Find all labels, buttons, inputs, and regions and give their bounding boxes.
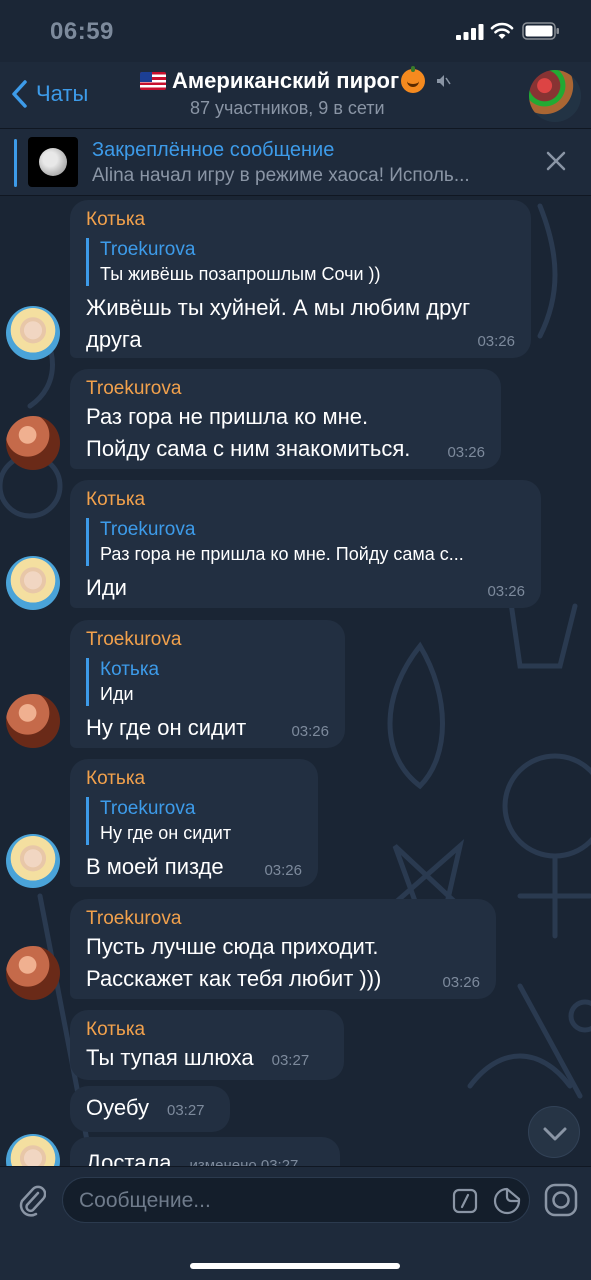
message-time: изменено 03:27 — [189, 1157, 299, 1166]
chevron-left-icon — [12, 80, 27, 108]
message-bubble[interactable]: Достала изменено 03:27 — [70, 1137, 340, 1166]
pinned-text: Alina начал игру в режиме хаоса! Исполь.… — [92, 165, 470, 186]
composer-bar — [0, 1166, 591, 1280]
message-text: Ты тупая шлюха 03:27 — [86, 1042, 328, 1077]
message-text: Иди — [86, 575, 127, 600]
chat-title-text: Американский пирог — [172, 68, 400, 93]
message-time: 03:26 — [447, 444, 485, 461]
reply-text: Ты живёшь позапрошлым Сочи )) — [100, 264, 381, 284]
message-text: Пусть лучше сюда приходит. Расскажет как… — [86, 934, 382, 991]
chat-title-area[interactable]: Американский пирог 87 участников, 9 в се… — [140, 66, 480, 119]
reply-text: Иди — [100, 684, 134, 704]
reply-quote[interactable]: Troekurova Ну где он сидит — [86, 797, 302, 845]
battery-icon — [522, 22, 559, 40]
message-text-content: Достала — [86, 1150, 172, 1166]
message-bubble[interactable]: Troekurova Котька Иди Ну где он сидит 03… — [70, 620, 345, 748]
pinned-message-bar[interactable]: Закреплённое сообщение Alina начал игру … — [0, 128, 591, 196]
message-time: 03:27 — [166, 1102, 205, 1119]
sender-name[interactable]: Troekurova — [86, 907, 480, 931]
message-time: 03:26 — [264, 862, 302, 879]
camera-icon[interactable] — [544, 1183, 578, 1217]
avatar[interactable] — [6, 306, 60, 360]
pumpkin-icon — [401, 66, 426, 93]
message-text: Оуебу 03:27 — [86, 1092, 214, 1127]
sender-name[interactable]: Troekurova — [86, 377, 485, 401]
sender-name[interactable]: Котька — [86, 1018, 328, 1042]
avatar[interactable] — [6, 556, 60, 610]
message-bubble[interactable]: Котька Troekurova Ты живёшь позапрошлым … — [70, 200, 531, 358]
chat-subtitle: 87 участников, 9 в сети — [190, 98, 385, 118]
message-text: Достала изменено 03:27 — [86, 1147, 324, 1166]
reply-text: Ну где он сидит — [100, 823, 232, 843]
avatar[interactable] — [6, 946, 60, 1000]
reply-author: Troekurova — [100, 798, 196, 819]
avatar[interactable] — [6, 416, 60, 470]
message-input[interactable] — [79, 1186, 439, 1216]
message-time: 03:26 — [477, 333, 515, 350]
chat-header: Чаты Американский пирог 87 участников, 9… — [0, 62, 591, 128]
message-bubble[interactable]: Оуебу 03:27 — [70, 1086, 230, 1132]
message-bubble[interactable]: Котька Ты тупая шлюха 03:27 — [70, 1010, 344, 1080]
message-text: Живёшь ты хуйней. А мы любим друг друга — [86, 295, 471, 352]
pinned-title: Закреплённое сообщение — [92, 139, 335, 161]
back-button[interactable]: Чаты — [10, 79, 88, 109]
group-avatar[interactable] — [529, 70, 581, 122]
message-text: Раз гора не пришла ко мне. Пойду сама с … — [86, 404, 411, 461]
sender-name[interactable]: Troekurova — [86, 628, 329, 652]
bot-commands-icon[interactable] — [452, 1188, 478, 1214]
avatar[interactable] — [6, 834, 60, 888]
moon-thumbnail — [28, 137, 78, 187]
avatar[interactable] — [6, 694, 60, 748]
cellular-signal-icon — [456, 24, 484, 40]
reply-text: Раз гора не пришла ко мне. Пойду сама с.… — [100, 544, 464, 564]
muted-speaker-icon — [437, 75, 451, 87]
reply-quote[interactable]: Troekurova Раз гора не пришла ко мне. По… — [86, 518, 525, 566]
sender-name[interactable]: Котька — [86, 488, 525, 512]
message-bubble[interactable]: Котька Troekurova Раз гора не пришла ко … — [70, 480, 541, 608]
chat-title: Американский пирог — [140, 66, 480, 94]
message-bubble[interactable]: Troekurova Пусть лучше сюда приходит. Ра… — [70, 899, 496, 999]
message-time: 03:26 — [291, 723, 329, 740]
us-flag-icon — [140, 72, 166, 90]
chevron-down-icon — [543, 1127, 567, 1141]
message-time: 03:26 — [487, 583, 525, 600]
message-text-content: Оуебу — [86, 1095, 149, 1120]
message-field[interactable] — [62, 1177, 530, 1223]
reply-author: Котька — [100, 659, 160, 680]
message-bubble[interactable]: Troekurova Раз гора не пришла ко мне. По… — [70, 369, 501, 469]
reply-quote[interactable]: Котька Иди — [86, 658, 329, 706]
sender-name[interactable]: Котька — [86, 208, 515, 232]
message-list[interactable]: Котька Troekurova Ты живёшь позапрошлым … — [0, 196, 591, 1166]
status-bar: 06:59 — [0, 0, 591, 62]
back-label: Чаты — [36, 81, 89, 106]
home-indicator — [190, 1263, 400, 1269]
reply-author: Troekurova — [100, 239, 196, 260]
pinned-indicator — [14, 139, 17, 187]
close-icon[interactable] — [544, 149, 568, 173]
message-text-content: Ты тупая шлюха — [86, 1045, 254, 1070]
message-time: 03:26 — [442, 974, 480, 991]
sticker-icon[interactable] — [493, 1187, 521, 1215]
message-time: 03:27 — [271, 1052, 310, 1069]
sender-name[interactable]: Котька — [86, 767, 302, 791]
paperclip-icon[interactable] — [16, 1181, 46, 1217]
message-bubble[interactable]: Котька Troekurova Ну где он сидит В моей… — [70, 759, 318, 887]
wifi-icon — [490, 22, 514, 39]
scroll-to-bottom-button[interactable] — [528, 1106, 580, 1158]
reply-author: Troekurova — [100, 519, 196, 540]
reply-quote[interactable]: Troekurova Ты живёшь позапрошлым Сочи )) — [86, 238, 515, 286]
